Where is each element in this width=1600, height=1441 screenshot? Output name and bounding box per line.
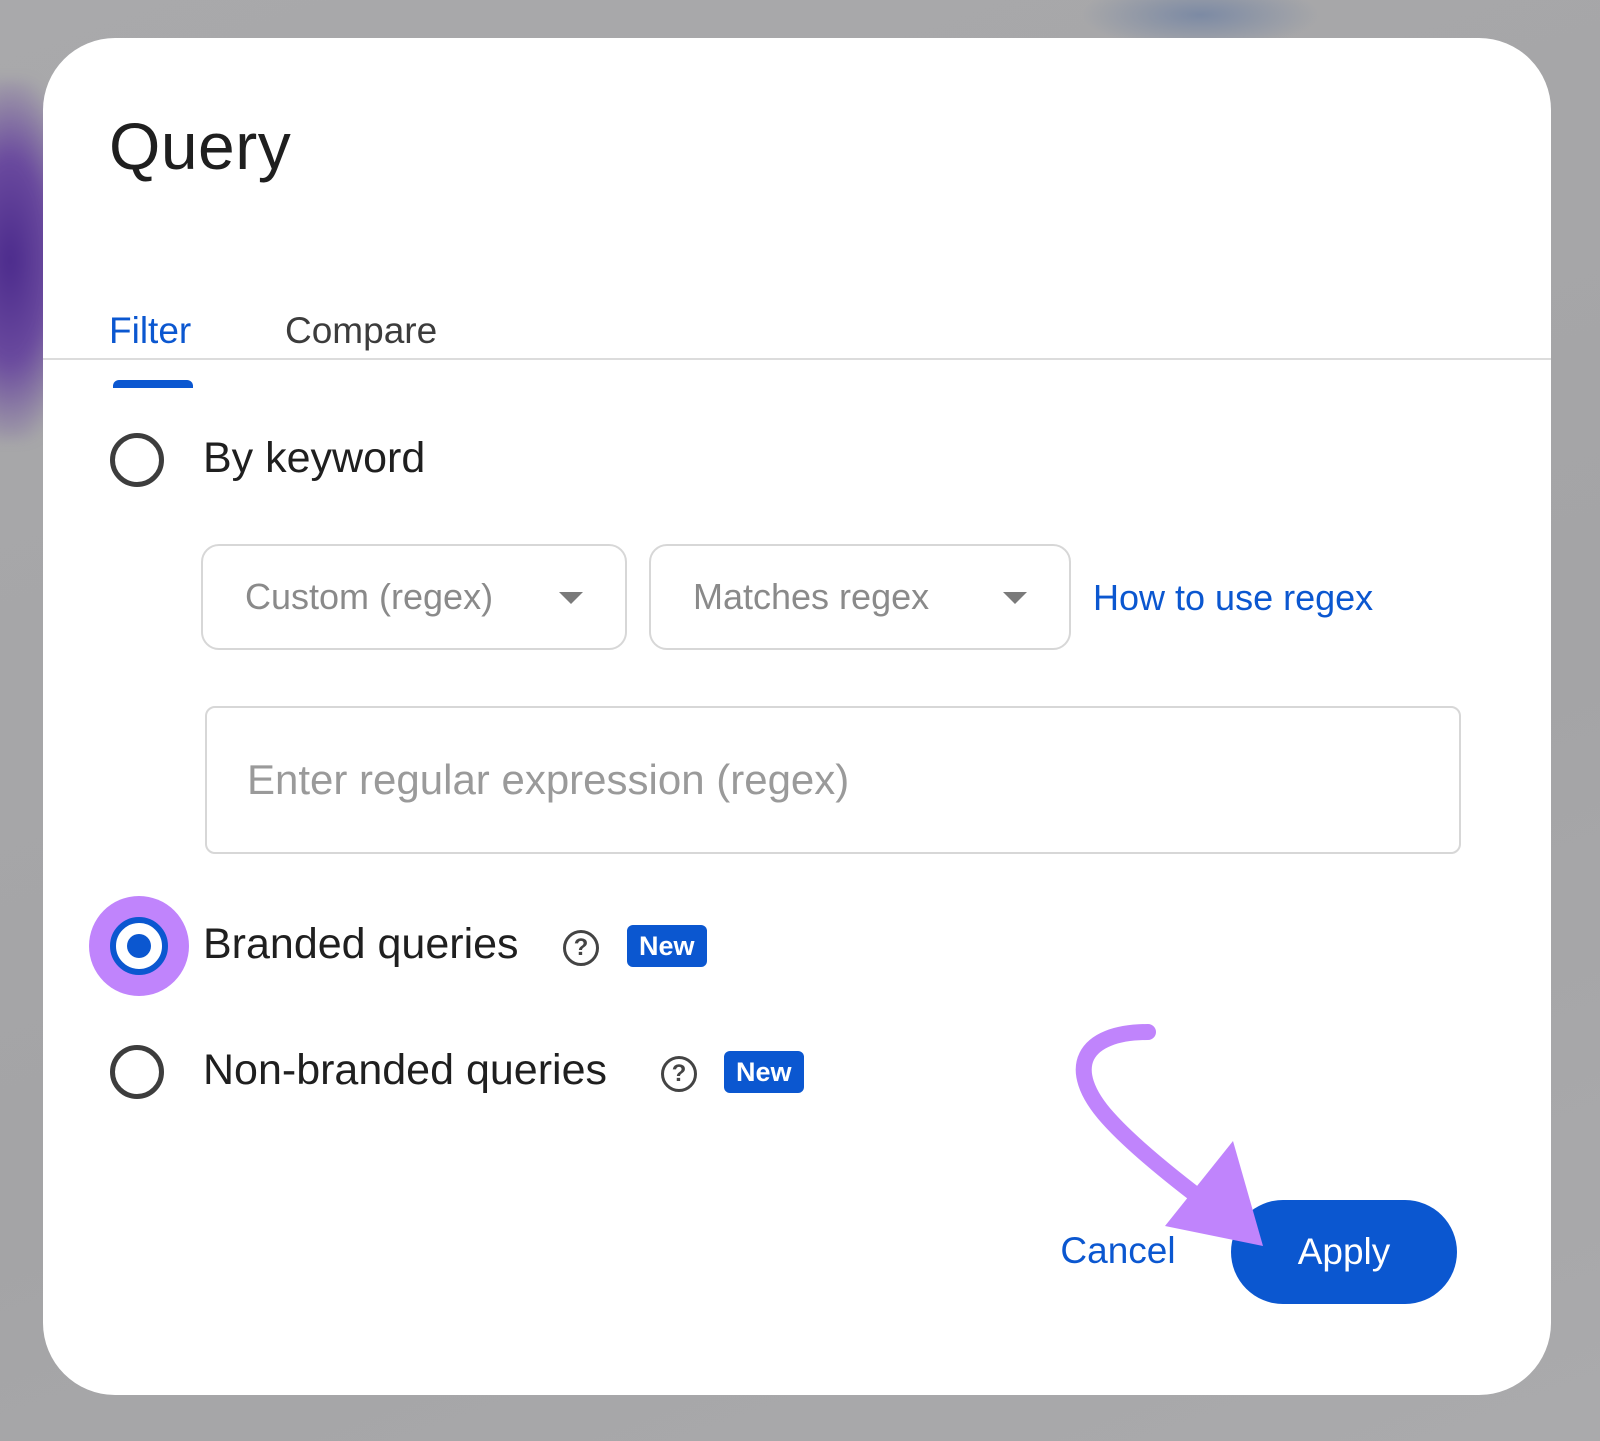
- tab-filter[interactable]: Filter: [109, 310, 191, 352]
- regex-input-box: [205, 706, 1461, 854]
- active-tab-indicator: [113, 380, 193, 388]
- cancel-button[interactable]: Cancel: [1043, 1216, 1193, 1286]
- help-circle-icon[interactable]: ?: [661, 1056, 697, 1092]
- caret-down-icon: [1003, 592, 1027, 604]
- match-operator-value: Matches regex: [693, 576, 930, 617]
- caret-down-icon: [559, 592, 583, 604]
- tab-compare[interactable]: Compare: [285, 310, 437, 352]
- tab-bar: Filter Compare: [43, 268, 1551, 398]
- dialog-title: Query: [109, 109, 292, 183]
- how-to-use-regex-link[interactable]: How to use regex: [1093, 577, 1373, 619]
- regex-input[interactable]: [247, 748, 1397, 812]
- radio-by-keyword[interactable]: [110, 433, 164, 487]
- query-dialog: Query Filter Compare By keyword Custom (…: [43, 38, 1551, 1395]
- help-circle-icon[interactable]: ?: [563, 930, 599, 966]
- match-operator-select[interactable]: Matches regex: [649, 544, 1071, 650]
- apply-button[interactable]: Apply: [1231, 1200, 1457, 1304]
- branded-queries-label: Branded queries: [203, 920, 519, 968]
- radio-branded-queries[interactable]: [110, 917, 168, 975]
- by-keyword-label: By keyword: [203, 434, 426, 482]
- tabs-divider: [43, 358, 1551, 360]
- match-type-value: Custom (regex): [245, 576, 494, 617]
- match-type-select[interactable]: Custom (regex): [201, 544, 627, 650]
- radio-non-branded-queries[interactable]: [110, 1045, 164, 1099]
- new-badge: New: [724, 1051, 804, 1093]
- radio-selected-dot: [127, 934, 151, 958]
- non-branded-queries-label: Non-branded queries: [203, 1046, 607, 1094]
- new-badge: New: [627, 925, 707, 967]
